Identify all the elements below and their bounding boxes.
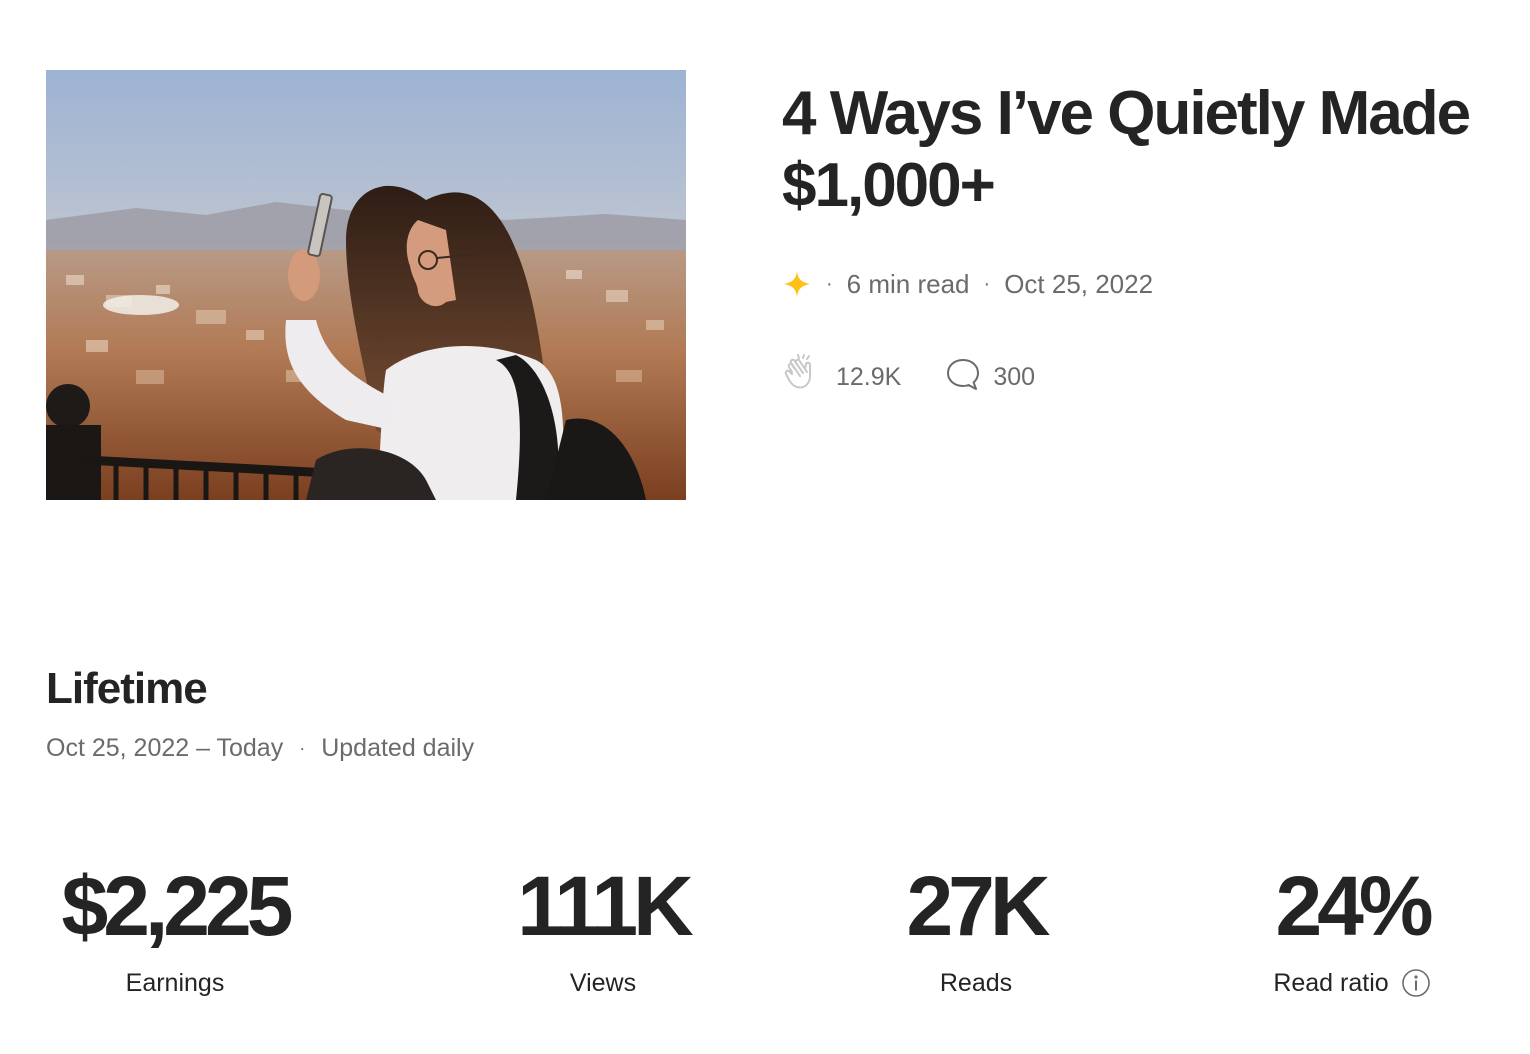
clap-icon — [782, 353, 836, 401]
sparkle-star-icon — [782, 269, 812, 299]
stat-value: 24% — [1275, 859, 1433, 953]
stat-read-ratio: 24% Read ratio — [1252, 856, 1452, 1000]
stat-label: Earnings — [46, 966, 304, 1000]
stat-label: Views — [503, 966, 703, 1000]
meta-separator: · — [983, 272, 991, 295]
story-title[interactable]: 4 Ways I’ve Quietly Made $1,000+ — [782, 78, 1502, 222]
date-range: Oct 25, 2022 – Today — [46, 734, 284, 762]
claps-button[interactable]: 12.9K — [782, 353, 902, 401]
stat-label-text: Read ratio — [1273, 969, 1389, 997]
stat-label-text: Views — [569, 969, 637, 997]
stat-reads: 27K Reads — [876, 856, 1076, 1000]
stat-value: 27K — [906, 859, 1050, 953]
story-cover-image — [46, 70, 686, 500]
engagement-row: 12.9K 300 — [782, 353, 1035, 401]
update-note: Updated daily — [321, 734, 475, 762]
stat-label: Read ratio — [1252, 966, 1452, 1000]
story-meta: · 6 min read · Oct 25, 2022 — [782, 266, 1153, 302]
stat-label: Reads — [876, 966, 1076, 1000]
publish-date: Oct 25, 2022 — [1004, 268, 1154, 299]
responses-count: 300 — [993, 362, 1036, 391]
claps-count: 12.9K — [836, 362, 902, 391]
stat-earnings: $2,225 Earnings — [46, 856, 304, 1000]
subtitle-separator: · — [299, 738, 306, 758]
stat-value: $2,225 — [61, 859, 294, 953]
info-icon[interactable] — [1401, 968, 1431, 998]
read-time: 6 min read — [846, 268, 970, 299]
stat-views: 111K Views — [503, 856, 703, 1000]
stat-value: 111K — [517, 859, 694, 953]
meta-separator: · — [826, 272, 833, 295]
stat-label-text: Earnings — [125, 969, 225, 997]
lifetime-subtitle: Oct 25, 2022 – Today · Updated daily — [46, 734, 474, 763]
lifetime-heading: Lifetime — [46, 664, 208, 713]
stat-label-text: Reads — [939, 969, 1013, 997]
responses-button[interactable]: 300 — [945, 356, 1035, 399]
comment-bubble-icon — [945, 356, 993, 399]
